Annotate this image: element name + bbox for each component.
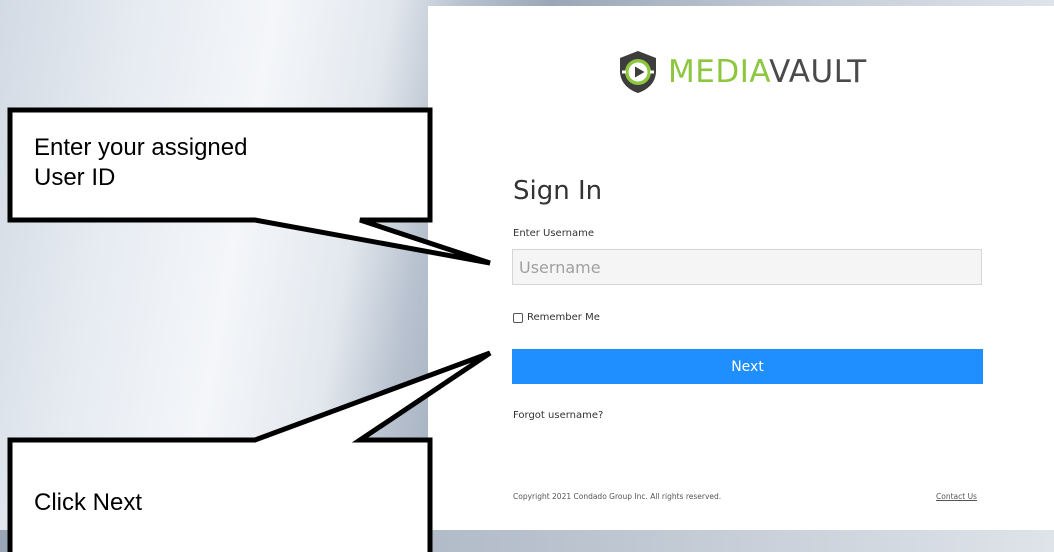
shield-play-icon	[616, 49, 660, 95]
callout-user-id-line2: User ID	[34, 164, 116, 191]
copyright-text: Copyright 2021 Condado Group Inc. All ri…	[513, 492, 722, 501]
screenshot-stage: MEDIAVAULT Sign In Enter Username Rememb…	[0, 0, 1054, 552]
callout-user-id-line1: Enter your assigned	[34, 134, 248, 161]
logo-wordmark: MEDIAVAULT	[668, 48, 867, 96]
remember-me-row[interactable]: Remember Me	[513, 312, 600, 323]
logo-word-media: MEDIA	[668, 54, 770, 90]
callout-next-text: Click Next	[34, 489, 143, 516]
logo-word-vault: VAULT	[769, 54, 867, 90]
contact-us-link[interactable]: Contact Us	[936, 492, 977, 501]
mediavault-logo: MEDIAVAULT	[616, 48, 867, 96]
forgot-username-link[interactable]: Forgot username?	[513, 410, 603, 421]
next-button[interactable]: Next	[512, 349, 983, 384]
bottom-band	[0, 530, 1054, 552]
page-title: Sign In	[513, 176, 603, 206]
username-label: Enter Username	[513, 228, 594, 239]
login-card: MEDIAVAULT Sign In Enter Username Rememb…	[428, 6, 1054, 530]
remember-me-checkbox[interactable]	[513, 312, 523, 323]
callout-next-shape	[7, 350, 492, 552]
callout-user-id-text: Enter your assigned User ID	[34, 133, 414, 193]
remember-me-label[interactable]: Remember Me	[527, 312, 600, 323]
username-input[interactable]	[512, 249, 982, 285]
